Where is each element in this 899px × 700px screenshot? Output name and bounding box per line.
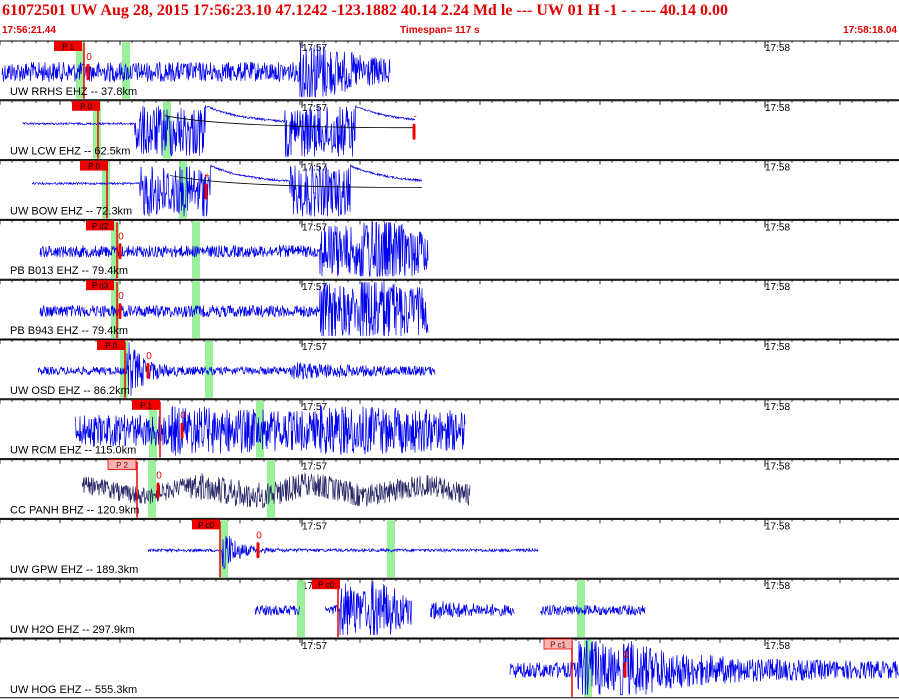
waveform-trace — [81, 472, 471, 509]
coda-marker-label: 0 — [156, 471, 162, 482]
minute-label: 17:58 — [765, 342, 790, 353]
station-label: UW RCM EHZ -- 115.0km — [10, 445, 136, 457]
station-label: UW H2O EHZ -- 297.9km — [10, 624, 135, 636]
station-panel-0: 17:57 17:58P 10UW RRHS EHZ -- 37.8km — [0, 40, 899, 101]
station-panel-1: 17:57 17:58P 0-UW LCW EHZ -- 62.5km — [0, 100, 899, 161]
pick-flag-label: P d3 — [92, 282, 109, 291]
minute-label: 17:58 — [765, 222, 790, 233]
coda-marker-label: 0 — [118, 291, 124, 302]
station-label: UW BOW EHZ -- 72.3km — [10, 205, 132, 217]
coda-marker — [146, 362, 150, 379]
pick-flag-label: P d2 — [92, 222, 109, 231]
coda-marker — [86, 63, 90, 80]
minute-label: 17:58 — [765, 581, 790, 592]
coda-marker — [623, 661, 627, 678]
coda-marker — [118, 243, 122, 260]
coda-marker — [180, 422, 184, 439]
pick-flag-label: P c1 — [550, 641, 566, 650]
coda-marker — [204, 183, 208, 200]
minute-label: 17:58 — [765, 462, 790, 473]
coda-marker-label: 0 — [146, 351, 152, 362]
station-label: PB B943 EHZ -- 79.4km — [10, 325, 128, 337]
coda-marker-label: + — [204, 172, 210, 183]
station-label: UW RRHS EHZ -- 37.8km — [10, 86, 137, 98]
station-label: UW OSD EHZ -- 86.2km — [10, 385, 130, 397]
minute-label: 17:57 — [302, 641, 327, 652]
minute-label: 17:57 — [302, 521, 327, 532]
pick-flag-label: P c0 — [198, 521, 214, 530]
station-panel-3: 17:57 17:58 P d2 0 PB B013 EHZ -- 79.4km — [0, 219, 899, 280]
minute-label: 17:57 — [302, 402, 327, 413]
pick-flag-label: P 2 — [116, 461, 128, 470]
waveform-trace — [147, 535, 539, 570]
station-label: PB B013 EHZ -- 79.4km — [10, 265, 128, 277]
minute-label: 17:58 — [765, 43, 790, 54]
minute-label: 17:57 — [302, 462, 327, 473]
station-panel-4: 17:57 17:58P d30PB B943 EHZ -- 79.4km — [0, 279, 899, 340]
pick-flag-label: P 0 — [88, 162, 100, 171]
minute-label: 17:58 — [765, 282, 790, 293]
minute-label: 17:58 — [765, 641, 790, 652]
coda-marker — [118, 303, 122, 320]
coda-marker-label: 0 — [118, 231, 124, 242]
minute-label: 17:57 — [302, 222, 327, 233]
minute-label: 17:58 — [765, 402, 790, 413]
station-panel-7: 17:57 17:58 P 2 0 CC PANH BHZ -- 120.9km — [0, 459, 899, 519]
coda-marker — [412, 123, 416, 140]
minute-label: 17:57 — [302, 342, 327, 353]
station-panel-10: 17:57 17:58 P c1 0 UW HOG EHZ -- 555.3km — [0, 638, 899, 699]
pick-flag-label: P 1 — [140, 401, 152, 410]
coda-marker-label: 0 — [256, 530, 262, 541]
station-label: UW HOG EHZ -- 555.3km — [10, 684, 137, 696]
minute-label: 17:58 — [765, 521, 790, 532]
station-panel-6: 17:57 17:58 P 1 0 UW RCM EHZ -- 115.0km — [0, 399, 899, 460]
station-label: UW GPW EHZ -- 189.3km — [10, 564, 138, 576]
pick-flag-label: P 0 — [80, 102, 92, 111]
station-label: CC PANH BHZ -- 120.9km — [10, 504, 139, 516]
envelope-line — [164, 115, 416, 129]
minute-label: 17:58 — [765, 163, 790, 174]
station-panel-2: 17:57 17:58P 0+UW BOW EHZ -- 72.3km — [0, 160, 899, 220]
waveform-panels: 17:57 17:58 P 1 0 UW RRHS EHZ -- 37.8km 17:57… — [0, 40, 899, 699]
coda-marker — [156, 482, 160, 499]
arrival-marker — [148, 460, 156, 518]
coda-marker-label: 0 — [86, 52, 92, 63]
pick-flag-label: P 0 — [105, 342, 117, 351]
coda-marker-label: - — [413, 112, 416, 123]
station-panel-9: 17:5717:58P c0UW H2O EHZ -- 297.9km — [0, 578, 899, 639]
minute-label: 17:58 — [765, 103, 790, 114]
station-panel-8: 17:57 17:58 P c0 0 UW GPW EHZ -- 189.3km — [0, 518, 899, 579]
pick-flag-label: P c0 — [318, 581, 334, 590]
station-label: UW LCW EHZ -- 62.5km — [10, 146, 130, 158]
station-panel-5: 17:57 17:58 P 0 0 UW OSD EHZ -- 86.2km — [0, 339, 899, 400]
coda-marker-label: 0 — [180, 411, 186, 422]
arrival-marker — [297, 580, 305, 637]
coda-marker — [256, 542, 260, 559]
pick-flag-label: P 1 — [62, 43, 74, 52]
coda-marker-label: 0 — [623, 650, 629, 661]
